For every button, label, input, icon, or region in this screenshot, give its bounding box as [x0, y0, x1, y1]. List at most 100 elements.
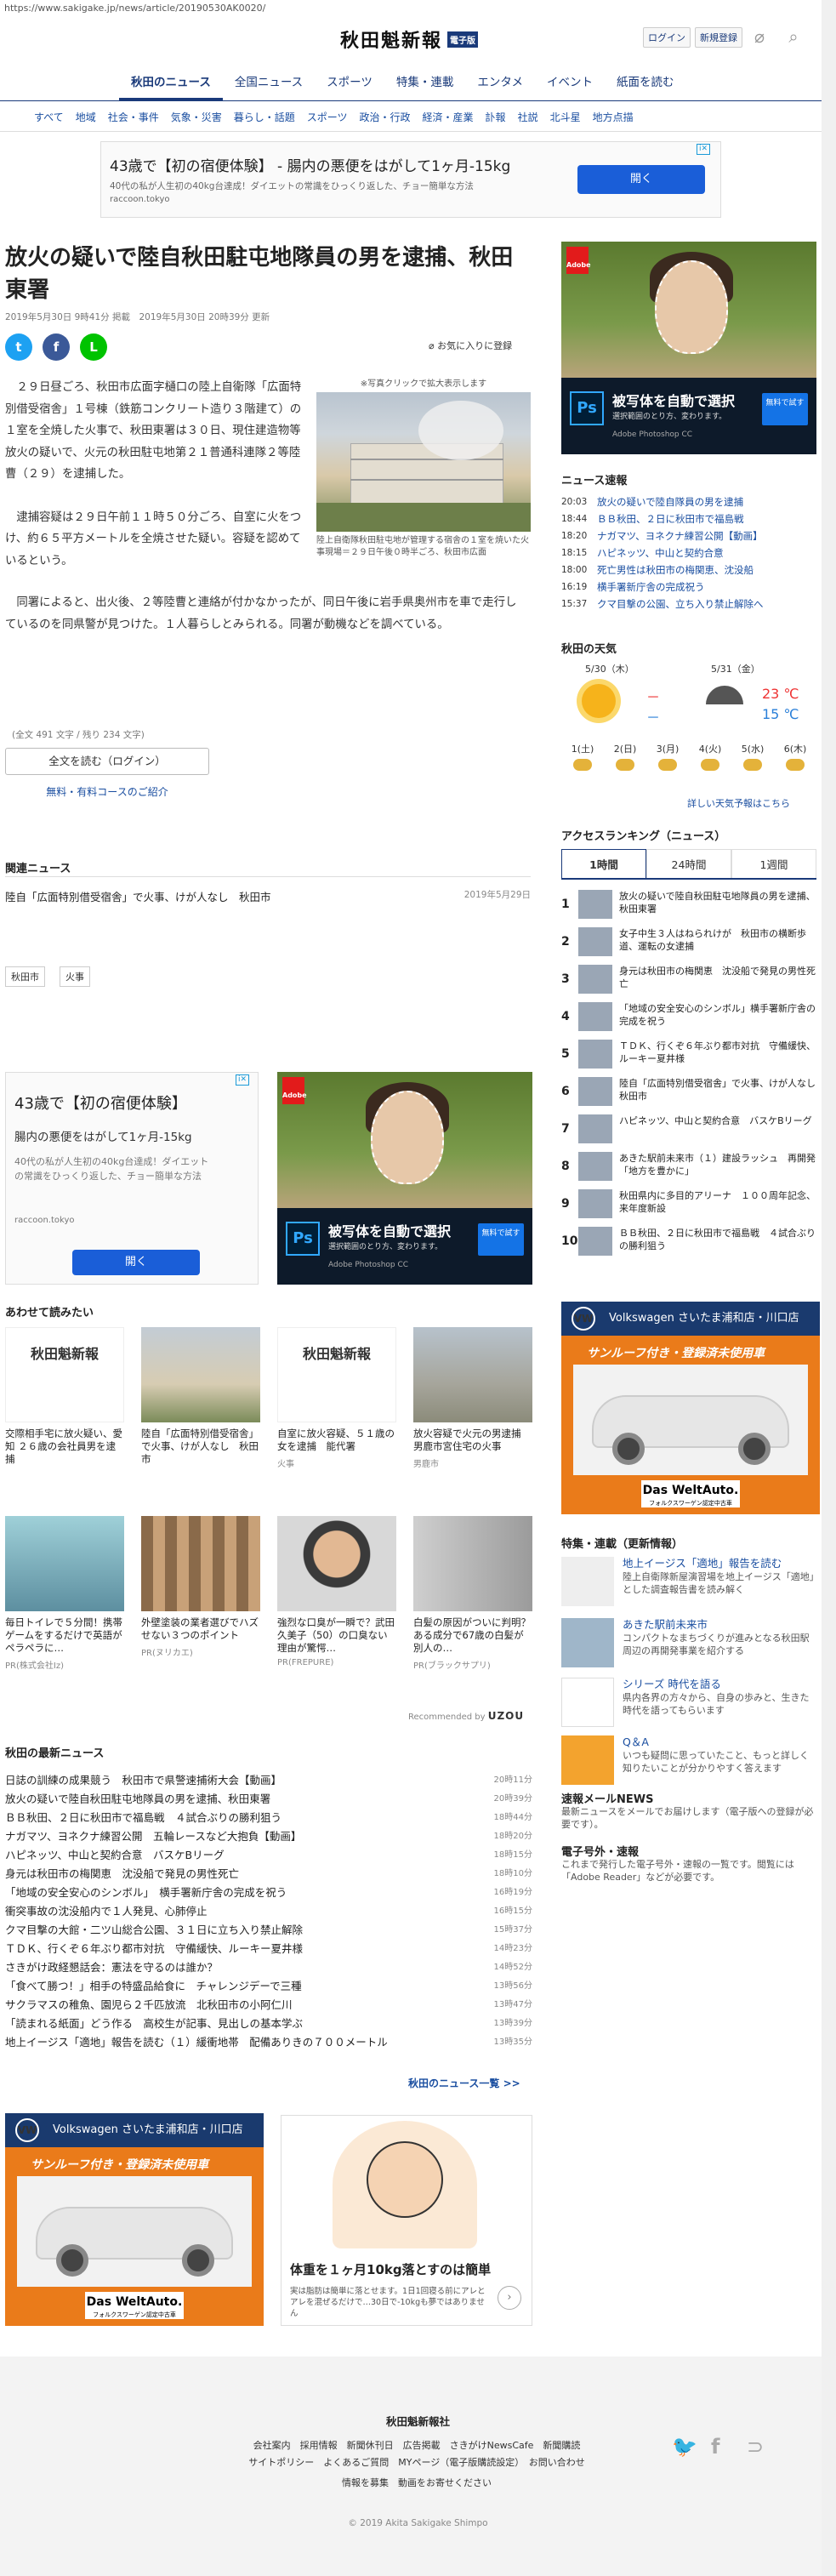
nav-national-news[interactable]: 全国ニュース: [223, 66, 315, 100]
tab-1week[interactable]: 1週間: [731, 849, 816, 878]
latest-more-link[interactable]: 秋田のニュース一覧 >>: [408, 2076, 520, 2090]
latest-item[interactable]: 放火の疑いで陸自秋田駐屯地隊員の男を逮捕、秋田東署 20時39分: [5, 1790, 532, 1809]
nav-entertainment[interactable]: エンタメ: [465, 66, 535, 100]
nav-features[interactable]: 特集・連載: [384, 66, 466, 100]
adchoices-icon[interactable]: i✕: [697, 144, 711, 155]
latest-item[interactable]: 日誌の訓練の成果競う 秋田市で県警速捕術大会【動画】 20時11分: [5, 1771, 532, 1790]
nav-events[interactable]: イベント: [535, 66, 605, 100]
facebook-icon[interactable]: f: [711, 2435, 719, 2459]
nav-akita-news[interactable]: 秋田のニュース: [119, 66, 223, 100]
tab-24hours[interactable]: 24時間: [646, 849, 731, 878]
feature-item[interactable]: あきた駅前未来市 コンパクトなまちづくりが進みとなる秋田駅周辺の再開発事業を紹介す…: [561, 1618, 816, 1667]
subnav-item[interactable]: 地方点描: [593, 105, 634, 129]
ranking-item[interactable]: 3 身元は秋田市の梅関恵 沈没船で発見の男性死亡: [561, 965, 816, 1002]
subnav-item[interactable]: 政治・行政: [360, 105, 411, 129]
tag-akita-city[interactable]: 秋田市: [5, 966, 45, 987]
recommend-item[interactable]: 外壁塗装の業者選びでハズせない３つのポイント PR(ヌリカエ): [141, 1516, 260, 1658]
nav-sports[interactable]: スポーツ: [315, 66, 384, 100]
rss-icon[interactable]: ⊃: [747, 2435, 764, 2459]
latest-item[interactable]: ＢＢ秋田、２日に秋田市で福島戦 ４試合ぶりの勝利狙う 18時44分: [5, 1809, 532, 1827]
line-icon[interactable]: L: [80, 333, 107, 361]
nav-paper[interactable]: 紙面を読む: [605, 66, 686, 100]
facebook-icon[interactable]: f: [43, 333, 70, 361]
recommend-item[interactable]: 毎日トイレで５分間！携帯ゲームをするだけで英語がペラペラに… PR(株式会社Iz): [5, 1516, 124, 1671]
ranking-item[interactable]: 4 「地域の安全安心のシンボル」横手署新庁舎の完成を祝う: [561, 1002, 816, 1040]
subnav-item[interactable]: 北斗星: [550, 105, 581, 129]
ranking-item[interactable]: 6 陸自「広面特別借受宿舎」で火事、けが人なし 秋田市: [561, 1077, 825, 1114]
recommend-item[interactable]: 放火容疑で火元の男逮捕 男鹿市宮住宅の火事 男鹿市: [413, 1327, 532, 1469]
flash-item[interactable]: 18:00 死亡男性は秋田市の梅関恵、沈没船: [561, 561, 816, 578]
volkswagen-ad-side[interactable]: Volkswagen さいたま浦和店・川口店 VW サンルーフ付き・登録済未使用…: [561, 1302, 820, 1514]
tag-fire[interactable]: 火事: [60, 966, 90, 987]
volkswagen-ad-bottom[interactable]: Volkswagen さいたま浦和店・川口店 VW サンルーフ付き・登録済未使用…: [5, 2113, 264, 2326]
photoshop-ad[interactable]: Adobe Ps 被写体を自動で選択 選択範囲のとり方、変わります。 Adobe…: [277, 1072, 532, 1285]
subnav-item[interactable]: 社説: [518, 105, 538, 129]
tab-1hour[interactable]: 1時間: [561, 849, 646, 878]
subnav-item[interactable]: すべて: [34, 105, 64, 129]
feature-item[interactable]: 地上イージス「適地」報告を読む 陸上自衛隊新屋演習場を地上イージス「適地」とした調…: [561, 1557, 816, 1606]
latest-item[interactable]: クマ目撃の大館・二ツ山総合公園、３１日に立ち入り禁止解除 15時37分: [5, 1921, 532, 1940]
site-logo[interactable]: 秋田魁新報 電子版: [340, 27, 489, 52]
search-icon[interactable]: ⌕: [782, 26, 805, 48]
latest-item[interactable]: ハピネッツ、中山と契約合意 バスケBリーグ 18時15分: [5, 1846, 532, 1865]
subnav-item[interactable]: 地域: [76, 105, 96, 129]
latest-item[interactable]: サクラマスの稚魚、園児ら２千匹放流 北秋田市の小阿仁川 13時47分: [5, 1996, 532, 2015]
favorite-button[interactable]: ⌀ お気に入りに登録: [429, 339, 512, 352]
subnav-item[interactable]: 経済・産業: [423, 105, 474, 129]
register-button[interactable]: 新規登録: [695, 27, 742, 48]
related-item[interactable]: 陸自「広面特別借受宿舎」で火事、けが人なし 秋田市 2019年5月29日: [5, 888, 531, 904]
top-banner-ad[interactable]: 43歳で【初の宿便体験】 - 腸内の悪便をはがして1ヶ月-15kg 40代の私が…: [100, 141, 721, 218]
ranking-item[interactable]: 10 ＢＢ秋田、２日に秋田市で福島戦 ４試合ぶりの勝利狙う: [561, 1227, 816, 1264]
subnav-item[interactable]: 暮らし・話題: [234, 105, 295, 129]
login-button[interactable]: ログイン: [643, 27, 691, 48]
twitter-icon[interactable]: 🐦: [672, 2435, 697, 2459]
scrollbar[interactable]: [822, 0, 836, 2576]
photoshop-ad-side[interactable]: Adobe Ps 被写体を自動で選択 選択範囲のとり方、変わります。 Adobe…: [561, 242, 816, 454]
ranking-item[interactable]: 1 放火の疑いで陸自秋田駐屯地隊員の男を逮捕、秋田東署: [561, 890, 816, 927]
latest-item[interactable]: ＴＤＫ、行くぞ６年ぶり都市対抗 守備緩快、ルーキー夏井様 14時23分: [5, 1940, 532, 1958]
feature-item[interactable]: Q＆A いつも疑問に思っていたこと、もっと詳しく知りたいことが分かりやすく答えます: [561, 1735, 816, 1785]
ad-open-button[interactable]: 開く: [577, 165, 705, 194]
flash-item[interactable]: 20:03 放火の疑いで陸自隊員の男を逮捕: [561, 493, 816, 510]
plans-link[interactable]: 無料・有料コースのご紹介: [5, 784, 209, 799]
ranking-item[interactable]: 9 秋田県内に多目的アリーナ １００周年記念、来年度新設: [561, 1189, 816, 1227]
flash-item[interactable]: 15:37 クマ目撃の公園、立ち入り禁止解除へ: [561, 596, 816, 613]
ranking-item[interactable]: 8 あきた駅前未来市（１）建設ラッシュ 再開発「地方を豊かに」: [561, 1152, 816, 1189]
middle-ad-left[interactable]: 43歳で【初の宿便体験】 腸内の悪便をはがして1ヶ月-15kg 40代の私が人生…: [5, 1072, 259, 1285]
diet-ad[interactable]: 体重を１ヶ月10kg落とすのは簡単 実は脂肪は簡単に落とせます。1日1回寝る前に…: [281, 2115, 532, 2326]
twitter-icon[interactable]: t: [5, 333, 32, 361]
latest-item[interactable]: 「地域の安全安心のシンボル」 横手署新庁舎の完成を祝う 16時19分: [5, 1884, 532, 1902]
ad-try-button[interactable]: 無料で試す: [762, 393, 808, 425]
paperclip-icon[interactable]: ⌀: [748, 26, 771, 48]
ranking-item[interactable]: 7 ハピネッツ、中山と契約合意 バスケBリーグ: [561, 1114, 816, 1152]
feature-item[interactable]: シリーズ 時代を語る 県内各界の方々から、自身の歩みと、生きた時代を語ってもらいま…: [561, 1678, 816, 1727]
subnav-item[interactable]: 気象・災害: [171, 105, 222, 129]
subnav-item[interactable]: 社会・事件: [108, 105, 159, 129]
latest-item[interactable]: 「読まれる紙面」どう作る 高校生が記事、見出しの基本学ぶ 13時39分: [5, 2015, 532, 2033]
flash-item[interactable]: 18:15 ハピネッツ、中山と契約合意: [561, 544, 816, 561]
subnav-item[interactable]: 訃報: [486, 105, 506, 129]
flash-item[interactable]: 18:44 ＢＢ秋田、２日に秋田市で福島戦: [561, 510, 816, 527]
recommend-item[interactable]: 強烈な口臭が一瞬で？武田久美子（50）の口臭ない理由が驚愕… PR(FREPURE…: [277, 1516, 396, 1667]
ranking-item[interactable]: 5 ＴＤＫ、行くぞ６年ぶり都市対抗 守備緩快、ルーキー夏井様: [561, 1040, 816, 1077]
flash-item[interactable]: 18:20 ナガマツ、ヨネクナ練習公開【動画】: [561, 527, 816, 544]
read-full-button[interactable]: 全文を読む（ログイン）: [5, 748, 209, 775]
article-photo[interactable]: ※写真クリックで拡大表示します 陸上自衛隊秋田駐屯地が管理する宿舎の１室を焼いた…: [316, 376, 531, 559]
latest-item[interactable]: 身元は秋田市の梅関恵 沈没船で発見の男性死亡 18時10分: [5, 1865, 532, 1884]
ranking-item[interactable]: 2 女子中生３人はねられけが 秋田市の横断歩道、運転の女逮捕: [561, 927, 816, 965]
recommend-item[interactable]: 陸自「広面特別借受宿舎」で火事、けが人なし 秋田市: [141, 1327, 260, 1466]
latest-item[interactable]: ナガマツ、ヨネクナ練習公開 五輪レースなど大抱負【動画】 18時20分: [5, 1827, 532, 1846]
footer-links-row1[interactable]: 会社案内 採用情報 新聞休刊日 広告掲載 さきがけNewsCafe 新聞購読: [221, 2438, 612, 2452]
latest-item[interactable]: さきがけ政経懇話会：憲法を守るのは誰か？ 14時52分: [5, 1958, 532, 1977]
footer-links-row3[interactable]: 情報を募集 動画をお寄せください: [221, 2476, 612, 2489]
adchoices-icon[interactable]: i✕: [236, 1074, 250, 1086]
latest-item[interactable]: 地上イージス「適地」報告を読む（１）緩衝地帯 配備ありきの７００メートル 13時3…: [5, 2033, 532, 2052]
footer-links-row2[interactable]: サイトポリシー よくあるご質問 MYページ（電子版購読設定） お問い合わせ: [221, 2455, 612, 2469]
fire-scene-image[interactable]: [316, 392, 531, 532]
subnav-item[interactable]: スポーツ: [307, 105, 348, 129]
latest-item[interactable]: 「食べて勝つ！」相手の特盛品給食に チャレンジデーで三種 13時56分: [5, 1977, 532, 1996]
weather-more-link[interactable]: 詳しい天気予報はこちら: [687, 796, 790, 810]
flash-item[interactable]: 16:19 横手署新庁舎の完成祝う: [561, 578, 816, 596]
ad-open-button[interactable]: 開く: [72, 1250, 200, 1275]
chevron-right-icon[interactable]: ›: [498, 2286, 521, 2310]
